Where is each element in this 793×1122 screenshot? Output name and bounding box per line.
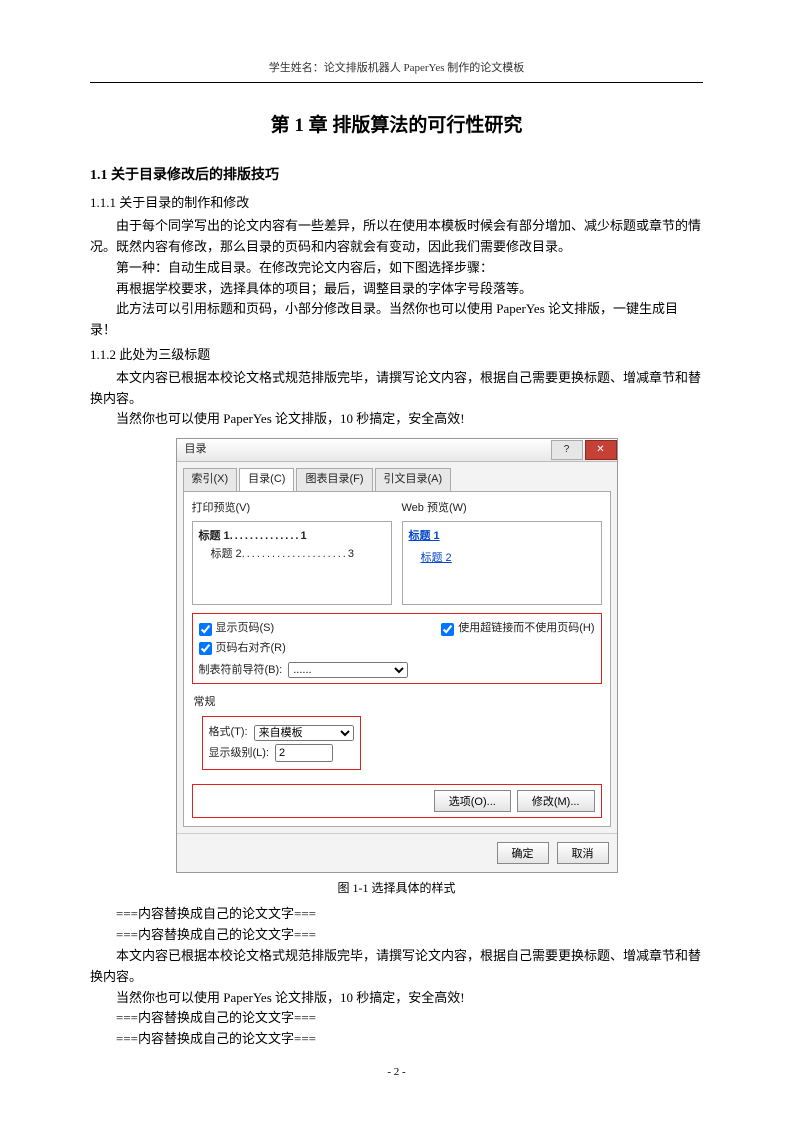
modify-button[interactable]: 修改(M)... bbox=[517, 790, 595, 812]
section-1-1: 1.1 关于目录修改后的排版技巧 bbox=[90, 165, 703, 187]
dialog-tabs: 索引(X) 目录(C) 图表目录(F) 引文目录(A) bbox=[177, 462, 617, 491]
paragraph: ===内容替换成自己的论文文字=== bbox=[90, 925, 703, 946]
paragraph: 第一种：自动生成目录。在修改完论文内容后，如下图选择步骤： bbox=[90, 258, 703, 279]
paragraph: 本文内容已根据本校论文格式规范排版完毕，请撰写论文内容，根据自己需要更换标题、增… bbox=[90, 946, 703, 988]
print-preview-box: 标题 1..............1 标题 2................… bbox=[192, 521, 392, 605]
figure-caption: 图 1-1 选择具体的样式 bbox=[90, 879, 703, 898]
tab-toc[interactable]: 目录(C) bbox=[239, 468, 294, 491]
ok-button[interactable]: 确定 bbox=[497, 842, 549, 864]
options-highlight-1: 显示页码(S) 页码右对齐(R) 制表符前导符(B): ...... 使用超链接… bbox=[192, 613, 602, 684]
page-number: - 2 - bbox=[0, 1064, 793, 1082]
section-1-1-1: 1.1.1 关于目录的制作和修改 bbox=[90, 193, 703, 214]
options-highlight-3: 选项(O)... 修改(M)... bbox=[192, 784, 602, 818]
format-label: 格式(T): bbox=[209, 724, 248, 742]
web-preview-box: 标题 1 标题 2 bbox=[402, 521, 602, 605]
tab-index[interactable]: 索引(X) bbox=[183, 468, 238, 491]
paragraph: 此方法可以引用标题和页码，小部分修改目录。当然你也可以使用 PaperYes 论… bbox=[90, 299, 703, 341]
section-1-1-2: 1.1.2 此处为三级标题 bbox=[90, 345, 703, 366]
tab-figures[interactable]: 图表目录(F) bbox=[296, 468, 372, 491]
header-divider bbox=[90, 82, 703, 83]
paragraph: 当然你也可以使用 PaperYes 论文排版，10 秒搞定，安全高效! bbox=[90, 409, 703, 430]
paragraph: 再根据学校要求，选择具体的项目；最后，调整目录的字体字号段落等。 bbox=[90, 279, 703, 300]
web-link-2[interactable]: 标题 2 bbox=[409, 550, 595, 568]
checkbox-right-align[interactable]: 页码右对齐(R) bbox=[199, 640, 422, 658]
tab-citations[interactable]: 引文目录(A) bbox=[375, 468, 452, 491]
format-select[interactable]: 来自模板 bbox=[254, 725, 354, 741]
checkbox-label: 使用超链接而不使用页码(H) bbox=[458, 620, 594, 638]
paragraph: 本文内容已根据本校论文格式规范排版完毕，请撰写论文内容，根据自己需要更换标题、增… bbox=[90, 368, 703, 410]
web-preview-label: Web 预览(W) bbox=[402, 500, 602, 518]
dialog-title: 目录 bbox=[185, 441, 207, 459]
preview-h2: 标题 2 bbox=[211, 548, 242, 560]
checkbox-show-pages[interactable]: 显示页码(S) bbox=[199, 620, 422, 638]
print-preview-label: 打印预览(V) bbox=[192, 500, 392, 518]
paragraph: ===内容替换成自己的论文文字=== bbox=[90, 904, 703, 925]
general-label: 常规 bbox=[194, 694, 602, 712]
options-highlight-2: 格式(T): 来自模板 显示级别(L): bbox=[202, 716, 361, 771]
toc-dialog: 目录 ? ✕ 索引(X) 目录(C) 图表目录(F) 引文目录(A) 打印预览(… bbox=[176, 438, 618, 873]
paragraph: ===内容替换成自己的论文文字=== bbox=[90, 1008, 703, 1029]
paragraph: ===内容替换成自己的论文文字=== bbox=[90, 1029, 703, 1050]
checkbox-label: 显示页码(S) bbox=[216, 620, 275, 638]
options-button[interactable]: 选项(O)... bbox=[434, 790, 511, 812]
leader-label: 制表符前导符(B): bbox=[199, 662, 283, 680]
levels-input[interactable] bbox=[275, 744, 333, 762]
checkbox-label: 页码右对齐(R) bbox=[216, 640, 286, 658]
dialog-titlebar: 目录 ? ✕ bbox=[177, 439, 617, 462]
close-button[interactable]: ✕ bbox=[585, 440, 617, 460]
preview-h1: 标题 1 bbox=[199, 530, 230, 542]
cancel-button[interactable]: 取消 bbox=[557, 842, 609, 864]
checkbox-hyperlink[interactable]: 使用超链接而不使用页码(H) bbox=[441, 620, 594, 638]
page-header: 学生姓名：论文排版机器人 PaperYes 制作的论文模板 bbox=[90, 60, 703, 78]
chapter-title: 第 1 章 排版算法的可行性研究 bbox=[90, 111, 703, 141]
levels-label: 显示级别(L): bbox=[209, 745, 270, 763]
web-link-1[interactable]: 标题 1 bbox=[409, 528, 595, 546]
help-button[interactable]: ? bbox=[551, 440, 583, 460]
preview-h1-page: 1 bbox=[300, 530, 306, 542]
paragraph: 当然你也可以使用 PaperYes 论文排版，10 秒搞定，安全高效! bbox=[90, 988, 703, 1009]
leader-select[interactable]: ...... bbox=[288, 662, 408, 678]
paragraph: 由于每个同学写出的论文内容有一些差异，所以在使用本模板时候会有部分增加、减少标题… bbox=[90, 216, 703, 258]
preview-h2-page: 3 bbox=[348, 548, 354, 560]
